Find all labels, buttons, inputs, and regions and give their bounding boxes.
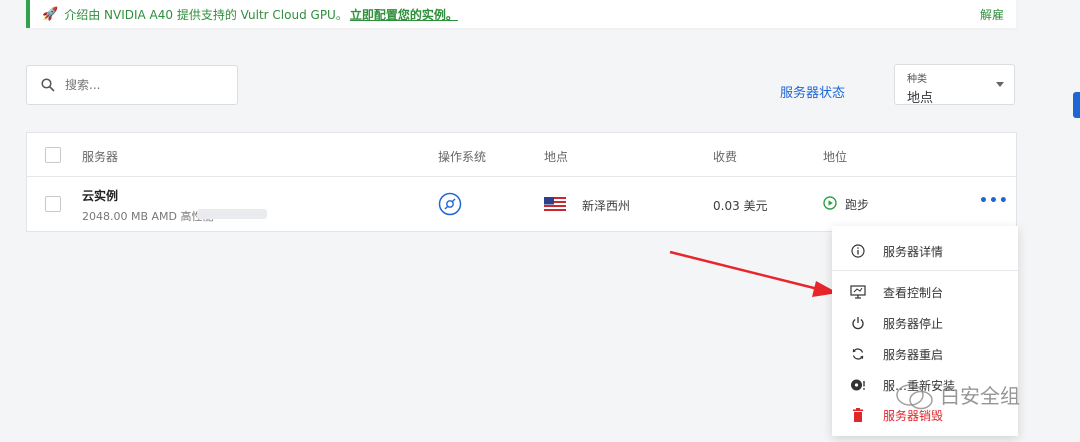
instance-spec: 2048.00 MB AMD 高性能: [82, 210, 214, 223]
power-icon: [849, 314, 867, 332]
menu-item-label: 服务器重启: [883, 347, 944, 362]
side-feedback-tab[interactable]: [1073, 92, 1080, 118]
info-icon: [849, 242, 867, 260]
header-status: 地位: [823, 150, 848, 164]
table-row[interactable]: 云实例 2048.00 MB AMD 高性能 新泽西州 0.03 美元 跑步 •…: [27, 177, 1016, 231]
os-disc-icon: [438, 192, 462, 216]
announcement-banner: 🚀 介绍由 NVIDIA A40 提供支持的 Vultr Cloud GPU。 …: [26, 0, 1016, 28]
menu-item-restart-server[interactable]: 服务器重启: [832, 339, 1018, 369]
status-text: 跑步: [845, 198, 870, 212]
restart-icon: [849, 345, 867, 363]
menu-item-label: 服务器详情: [883, 244, 944, 259]
menu-item-view-console[interactable]: 查看控制台: [832, 277, 1018, 307]
header-location: 地点: [544, 150, 569, 164]
menu-item-stop-server[interactable]: 服务器停止: [832, 308, 1018, 338]
menu-item-server-details[interactable]: 服务器详情: [832, 236, 1018, 266]
trash-icon: [849, 406, 867, 424]
redacted-text: [197, 209, 267, 219]
menu-item-label: 查看控制台: [883, 285, 944, 300]
us-flag-icon: [544, 197, 566, 211]
instance-name[interactable]: 云实例: [82, 187, 118, 204]
menu-divider: [832, 270, 1018, 271]
select-all-checkbox[interactable]: [45, 147, 61, 163]
location-text: 新泽西州: [582, 199, 631, 213]
table-header: 服务器 操作系统 地点 收费 地位: [27, 133, 1016, 177]
header-os: 操作系统: [438, 150, 487, 164]
search-box[interactable]: [26, 65, 238, 105]
banner-text: 介绍由 NVIDIA A40 提供支持的 Vultr Cloud GPU。: [64, 7, 348, 22]
header-fee: 收费: [713, 150, 738, 164]
type-select-value: 地点: [907, 91, 934, 106]
menu-item-label: 服务器停止: [883, 316, 944, 331]
search-icon: [41, 78, 55, 92]
row-checkbox[interactable]: [45, 196, 61, 212]
wechat-logo-icon: [896, 384, 933, 410]
console-icon: [849, 283, 867, 301]
reinstall-icon: [849, 376, 867, 394]
type-select[interactable]: 种类 地点: [894, 64, 1015, 106]
server-status-link[interactable]: 服务器状态: [780, 82, 845, 101]
search-input[interactable]: [65, 78, 205, 92]
header-server: 服务器: [82, 150, 119, 164]
more-options-icon[interactable]: •••: [979, 193, 1009, 209]
servers-table: 服务器 操作系统 地点 收费 地位 云实例 2048.00 MB AMD 高性能…: [26, 132, 1017, 232]
play-circle-icon: [823, 196, 837, 210]
fee-text: 0.03 美元: [713, 199, 768, 213]
banner-dismiss-button[interactable]: 解雇: [980, 6, 1004, 23]
type-select-label: 种类: [907, 74, 927, 85]
banner-config-link[interactable]: 立即配置您的实例。: [350, 6, 458, 23]
rocket-icon: 🚀: [42, 6, 59, 22]
caret-down-icon: [996, 82, 1004, 87]
watermark-text: 白安全组: [940, 384, 1020, 408]
